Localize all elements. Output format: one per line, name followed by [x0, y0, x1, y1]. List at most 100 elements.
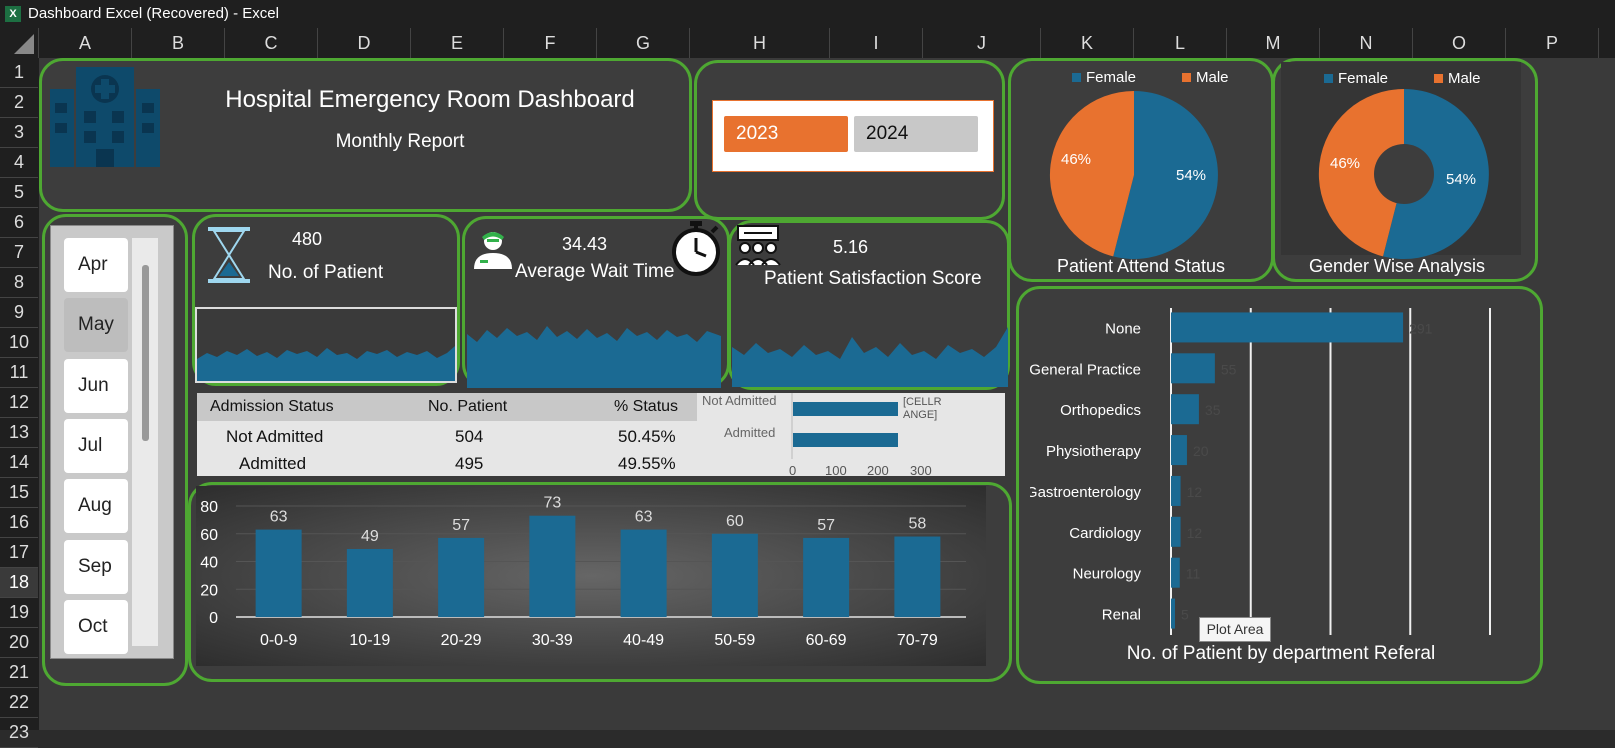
row-header[interactable]: 6	[0, 208, 38, 238]
department-bar-data-label: 11	[1186, 566, 1201, 582]
column-header[interactable]: P	[1506, 28, 1599, 58]
legend-label: Female	[1338, 70, 1389, 87]
department-category-label: Neurology	[1073, 566, 1142, 583]
department-bar-data-label: 5	[1181, 607, 1189, 623]
row-header[interactable]: 21	[0, 658, 38, 688]
department-bar	[1171, 598, 1175, 629]
age-bar-data-label: 63	[270, 509, 288, 526]
column-header[interactable]: K	[1041, 28, 1134, 58]
department-category-label: Physiotherapy	[1046, 443, 1142, 460]
department-bar	[1171, 516, 1181, 547]
column-header[interactable]: L	[1134, 28, 1227, 58]
row-header[interactable]: 3	[0, 118, 38, 148]
attend-title: Patient Attend Status	[1056, 256, 1226, 276]
hospital-icon	[50, 67, 160, 167]
column-header[interactable]: M	[1227, 28, 1320, 58]
mini-bar-admitted	[793, 433, 898, 447]
excel-icon: X	[5, 6, 21, 22]
admission-row-count: 504	[455, 427, 484, 446]
month-item[interactable]: May	[64, 298, 128, 353]
column-header[interactable]: J	[923, 28, 1041, 58]
row-header[interactable]: 14	[0, 448, 38, 478]
department-bar-data-label: 12	[1187, 484, 1203, 500]
department-bar-chart: 291 None 55 General Practice 35 Orthopedics 20…	[1030, 308, 1491, 635]
row-header[interactable]: 10	[0, 328, 38, 358]
row-header[interactable]: 18	[0, 568, 38, 598]
row-header[interactable]: 22	[0, 688, 38, 718]
month-item[interactable]: Oct	[64, 599, 128, 654]
row-header[interactable]: 23	[0, 718, 38, 748]
mini-tick: 200	[867, 463, 889, 478]
month-item[interactable]: Jun	[64, 358, 128, 413]
month-item[interactable]: Aug	[64, 479, 128, 534]
x-category-label: 50-59	[714, 632, 755, 649]
month-item[interactable]: Sep	[64, 539, 128, 594]
row-header[interactable]: 4	[0, 148, 38, 178]
patients-sparkline	[195, 307, 457, 383]
column-header[interactable]: B	[132, 28, 225, 58]
row-header[interactable]: 9	[0, 298, 38, 328]
row-header[interactable]: 8	[0, 268, 38, 298]
row-header[interactable]: 11	[0, 358, 38, 388]
row-header[interactable]: 19	[0, 598, 38, 628]
department-bar	[1171, 312, 1404, 343]
year-2023-button[interactable]: 2023	[724, 116, 848, 152]
column-header[interactable]: F	[504, 28, 597, 58]
department-category-label: None	[1105, 320, 1141, 337]
gender-title: Gender Wise Analysis	[1308, 256, 1486, 276]
month-scroll-thumb[interactable]	[142, 265, 149, 441]
row-header-bar: 1 2 3 4 5 6 7 8 9 10 11 12 13 14 15 16 17 18 19 20 21 22 23	[0, 58, 39, 748]
row-header[interactable]: 7	[0, 238, 38, 268]
age-bar-data-label: 57	[452, 517, 470, 534]
department-category-label: Renal	[1102, 607, 1141, 624]
plot-area-tooltip: Plot Area	[1199, 617, 1271, 642]
row-header[interactable]: 2	[0, 88, 38, 118]
y-tick-label: 20	[200, 582, 218, 599]
y-tick-label: 40	[200, 555, 218, 572]
mini-chart-data-label: [CELLR ANGE]	[903, 396, 942, 421]
age-bar-data-label: 63	[635, 509, 653, 526]
attend-male-pct: 46%	[1061, 151, 1092, 168]
row-header[interactable]: 12	[0, 388, 38, 418]
month-item[interactable]: Jul	[64, 418, 128, 473]
row-header[interactable]: 16	[0, 508, 38, 538]
column-header[interactable]: G	[597, 28, 690, 58]
admission-row-pct: 49.55%	[618, 454, 676, 473]
column-header[interactable]: E	[411, 28, 504, 58]
column-header[interactable]: H	[690, 28, 830, 58]
age-bar	[894, 536, 941, 617]
satisfaction-value: 5.16	[833, 237, 869, 257]
age-bar	[711, 533, 758, 617]
row-header[interactable]: 5	[0, 178, 38, 208]
gender-male-pct: 46%	[1330, 155, 1361, 172]
nurse-icon	[474, 232, 512, 269]
patients-label: No. of Patient	[268, 262, 384, 283]
department-bar-data-label: 12	[1187, 525, 1203, 541]
column-header[interactable]: I	[830, 28, 923, 58]
year-2024-button[interactable]: 2024	[854, 116, 978, 152]
row-header[interactable]: 20	[0, 628, 38, 658]
mini-tick: 0	[789, 463, 797, 478]
column-header[interactable]: A	[39, 28, 132, 58]
column-header[interactable]: D	[318, 28, 411, 58]
department-category-label: Cardiology	[1069, 525, 1141, 542]
department-bar-data-label: 291	[1409, 320, 1433, 336]
satisfaction-sparkline	[732, 327, 1008, 387]
column-header[interactable]: O	[1413, 28, 1506, 58]
column-header[interactable]: C	[225, 28, 318, 58]
select-all-corner[interactable]	[0, 28, 39, 58]
row-header[interactable]: 13	[0, 418, 38, 448]
y-tick-label: 0	[209, 610, 218, 627]
department-bar-data-label: 20	[1193, 443, 1209, 459]
mini-bar-not-admitted	[793, 402, 898, 416]
wait-label: Average Wait Time	[515, 261, 675, 282]
row-header[interactable]: 15	[0, 478, 38, 508]
column-header[interactable]: N	[1320, 28, 1413, 58]
row-header[interactable]: 1	[0, 58, 38, 88]
row-header[interactable]: 17	[0, 538, 38, 568]
hourglass-icon	[208, 227, 250, 283]
month-item[interactable]: Apr	[64, 238, 128, 292]
department-category-label: Orthopedics	[1060, 402, 1141, 419]
department-bar-data-label: 55	[1221, 361, 1237, 377]
age-bar	[438, 537, 485, 617]
